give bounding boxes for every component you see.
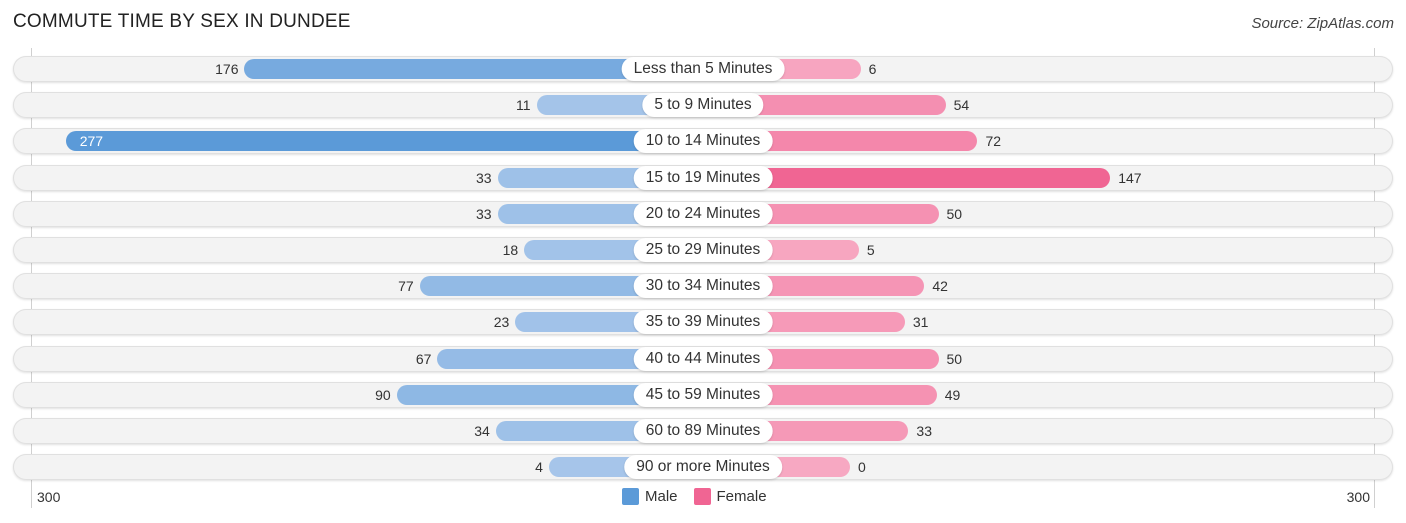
category-label: 15 to 19 Minutes bbox=[633, 165, 773, 190]
value-label-female: 49 bbox=[944, 386, 961, 403]
category-label: 5 to 9 Minutes bbox=[642, 93, 764, 118]
category-label: 40 to 44 Minutes bbox=[633, 346, 773, 371]
value-label-female: 33 bbox=[916, 423, 932, 439]
category-label: 45 to 59 Minutes bbox=[633, 382, 773, 407]
value-label-male: 33 bbox=[476, 169, 492, 186]
legend-swatch-male bbox=[622, 488, 639, 505]
value-label-male: 67 bbox=[415, 350, 432, 367]
value-label-male: 33 bbox=[476, 205, 492, 222]
value-label-male: 34 bbox=[474, 423, 490, 439]
category-label: 20 to 24 Minutes bbox=[633, 201, 773, 226]
legend-item-female[interactable]: Female bbox=[693, 488, 767, 505]
value-label-male: 77 bbox=[398, 278, 414, 295]
value-label-female: 42 bbox=[932, 278, 948, 295]
legend-label-male: Male bbox=[645, 488, 678, 505]
axis-tick-right: 300 bbox=[1346, 489, 1370, 505]
legend-swatch-female bbox=[693, 488, 711, 505]
value-label-female: 50 bbox=[946, 350, 963, 367]
chart-title: COMMUTE TIME BY SEX IN DUNDEE bbox=[13, 11, 351, 32]
category-label: Less than 5 Minutes bbox=[621, 57, 785, 81]
category-label: 90 or more Minutes bbox=[624, 455, 782, 480]
bar-male[interactable] bbox=[65, 131, 703, 152]
value-label-female: 50 bbox=[946, 205, 963, 222]
value-label-male: 18 bbox=[502, 242, 519, 258]
value-label-male: 11 bbox=[515, 97, 531, 114]
category-label: 25 to 29 Minutes bbox=[633, 238, 773, 262]
value-label-female: 31 bbox=[912, 314, 929, 331]
value-label-female: 147 bbox=[1118, 169, 1142, 186]
value-label-male: 4 bbox=[535, 459, 543, 476]
value-label-female: 5 bbox=[866, 242, 875, 258]
value-label-female: 72 bbox=[985, 133, 1002, 150]
category-label: 30 to 34 Minutes bbox=[633, 274, 773, 299]
value-label-male: 23 bbox=[493, 314, 510, 331]
value-label-female: 6 bbox=[868, 61, 877, 77]
category-label: 60 to 89 Minutes bbox=[633, 419, 773, 443]
axis-tick-left: 300 bbox=[37, 489, 61, 505]
value-label-male: 176 bbox=[215, 61, 239, 77]
value-label-female: 0 bbox=[858, 459, 866, 476]
value-label-female: 54 bbox=[953, 97, 970, 114]
legend-item-male[interactable]: Male bbox=[622, 488, 678, 505]
legend: Male Female bbox=[622, 488, 783, 505]
category-label: 10 to 14 Minutes bbox=[633, 129, 773, 154]
value-label-male: 277 bbox=[79, 133, 104, 150]
legend-label-female: Female bbox=[716, 488, 767, 505]
category-label: 35 to 39 Minutes bbox=[633, 310, 773, 335]
value-label-male: 90 bbox=[375, 386, 391, 403]
source-label: Source: ZipAtlas.com bbox=[1251, 15, 1394, 32]
